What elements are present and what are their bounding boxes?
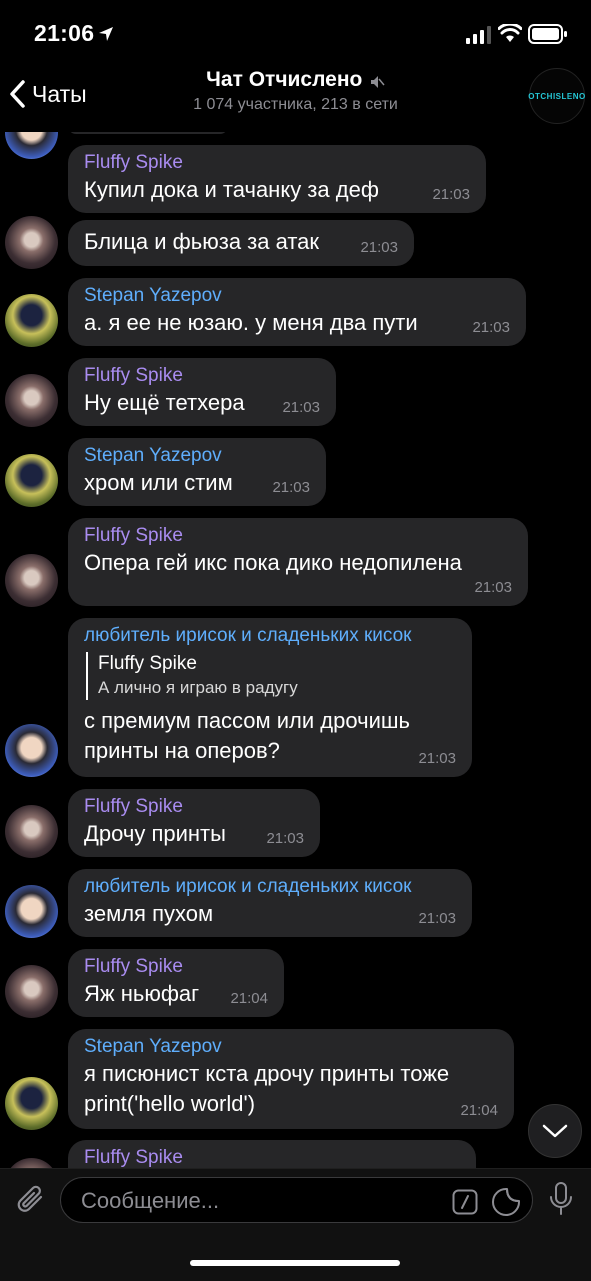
reply-text: А лично я играю в радугу: [98, 678, 298, 697]
message-bubble[interactable]: Stepan Yazepov а. я ее не юзаю. у меня д…: [68, 278, 526, 346]
chat-subtitle: 1 074 участника, 213 в сети: [193, 96, 398, 113]
chat-title: Чат Отчислено: [206, 68, 363, 91]
avatar[interactable]: [5, 294, 58, 347]
scroll-down-button[interactable]: [528, 1104, 582, 1158]
message-bubble[interactable]: [68, 132, 228, 134]
message-text: принты на оперов?: [84, 738, 280, 763]
avatar[interactable]: [5, 132, 58, 159]
message-time: 21:03: [418, 910, 456, 927]
sticker-icon[interactable]: [491, 1187, 521, 1217]
back-button[interactable]: Чаты: [8, 74, 87, 114]
message-bubble[interactable]: Stepan Yazepov я писюнист кста дрочу при…: [68, 1029, 514, 1129]
message-bubble[interactable]: Fluffy Spike Ну ещё тетхера 21:03: [68, 358, 336, 426]
status-time: 21:06: [34, 20, 95, 46]
message-time: 21:03: [282, 399, 320, 416]
message-time: 21:03: [474, 579, 512, 596]
wifi-icon: [498, 24, 522, 42]
message-text: print('hello world'): [84, 1091, 256, 1116]
message-time: 21:04: [460, 1102, 498, 1119]
message-text: я писюнист кста дрочу принты тоже: [84, 1061, 450, 1086]
battery-icon: [528, 24, 567, 44]
sender-name[interactable]: Fluffy Spike: [84, 151, 470, 175]
avatar[interactable]: [5, 216, 58, 269]
chevron-down-icon: [542, 1124, 568, 1138]
group-avatar-logo: OTCHISLENO: [528, 91, 586, 101]
avatar[interactable]: [5, 1158, 58, 1168]
location-arrow-icon: [99, 27, 113, 41]
message-time: 21:03: [360, 239, 398, 256]
avatar[interactable]: [5, 1077, 58, 1130]
message-time: 21:03: [432, 186, 470, 203]
sender-name[interactable]: Fluffy Spike: [84, 524, 512, 548]
message-time: 21:03: [272, 479, 310, 496]
avatar[interactable]: [5, 885, 58, 938]
message-text: Опера гей икс пока дико недопилена: [84, 550, 462, 575]
paperclip-icon[interactable]: [14, 1183, 48, 1217]
sender-name[interactable]: Fluffy Spike: [84, 1146, 460, 1168]
avatar[interactable]: [5, 554, 58, 607]
message-time: 21:03: [266, 830, 304, 847]
back-label: Чаты: [32, 80, 87, 107]
group-avatar[interactable]: OTCHISLENO: [528, 68, 586, 124]
muted-icon: [370, 75, 385, 88]
sender-name[interactable]: Fluffy Spike: [84, 364, 320, 388]
home-indicator[interactable]: [190, 1260, 400, 1266]
sender-name[interactable]: Stepan Yazepov: [84, 284, 510, 308]
message-bubble[interactable]: Fluffy Spike Купил дока и тачанку за деф…: [68, 145, 486, 213]
message-input-wrapper: [60, 1177, 533, 1224]
message-text: с премиум пассом или дрочишь: [84, 708, 410, 733]
chat-title-block[interactable]: Чат Отчислено 1 074 участника, 213 в сет…: [130, 68, 461, 114]
message-time: 21:03: [472, 319, 510, 336]
avatar[interactable]: [5, 965, 58, 1018]
message-bubble[interactable]: любитель ирисок и сладеньких кисок земля…: [68, 869, 472, 937]
sender-name[interactable]: Stepan Yazepov: [84, 1035, 498, 1059]
message-bubble[interactable]: Fluffy Spike Яж ньюфаг 21:04: [68, 949, 284, 1017]
message-time: 21:03: [418, 750, 456, 767]
message-bubble[interactable]: Fluffy Spike: [68, 1140, 476, 1168]
avatar[interactable]: [5, 724, 58, 777]
sender-name[interactable]: Fluffy Spike: [84, 955, 268, 979]
message-bubble[interactable]: любитель ирисок и сладеньких кисок Fluff…: [68, 618, 472, 777]
message-input[interactable]: [79, 1178, 443, 1224]
sender-name[interactable]: Stepan Yazepov: [84, 444, 310, 468]
bot-command-icon[interactable]: [452, 1189, 478, 1215]
cellular-signal-icon: [466, 26, 491, 44]
message-bubble[interactable]: Блица и фьюза за атак 21:03: [68, 220, 414, 266]
message-bubble[interactable]: Fluffy Spike Дрочу принты 21:03: [68, 789, 320, 857]
sender-name[interactable]: любитель ирисок и сладеньких кисок: [84, 624, 456, 648]
message-text: Купил дока и тачанку за деф: [84, 177, 379, 202]
sender-name[interactable]: Fluffy Spike: [84, 795, 304, 819]
message-text: Блица и фьюза за атак: [84, 229, 320, 254]
avatar[interactable]: [5, 454, 58, 507]
avatar[interactable]: [5, 805, 58, 858]
avatar[interactable]: [5, 374, 58, 427]
sender-name[interactable]: любитель ирисок и сладеньких кисок: [84, 875, 456, 899]
microphone-icon[interactable]: [548, 1181, 574, 1217]
chevron-left-icon: [10, 80, 25, 108]
message-text: а. я ее не юзаю. у меня два пути: [84, 310, 418, 335]
message-text: земля пухом: [84, 901, 214, 926]
chat-header: Чаты Чат Отчислено 1 074 участника, 213 …: [0, 60, 591, 132]
message-bubble[interactable]: Stepan Yazepov хром или стим 21:03: [68, 438, 326, 506]
message-bubble[interactable]: Fluffy Spike Опера гей икс пока дико нед…: [68, 518, 528, 606]
message-time: 21:04: [230, 990, 268, 1007]
message-list[interactable]: Fluffy Spike Купил дока и тачанку за деф…: [0, 132, 591, 1168]
reply-sender: Fluffy Spike: [98, 653, 197, 674]
reply-quote[interactable]: Fluffy Spike А лично я играю в радугу: [86, 652, 456, 700]
